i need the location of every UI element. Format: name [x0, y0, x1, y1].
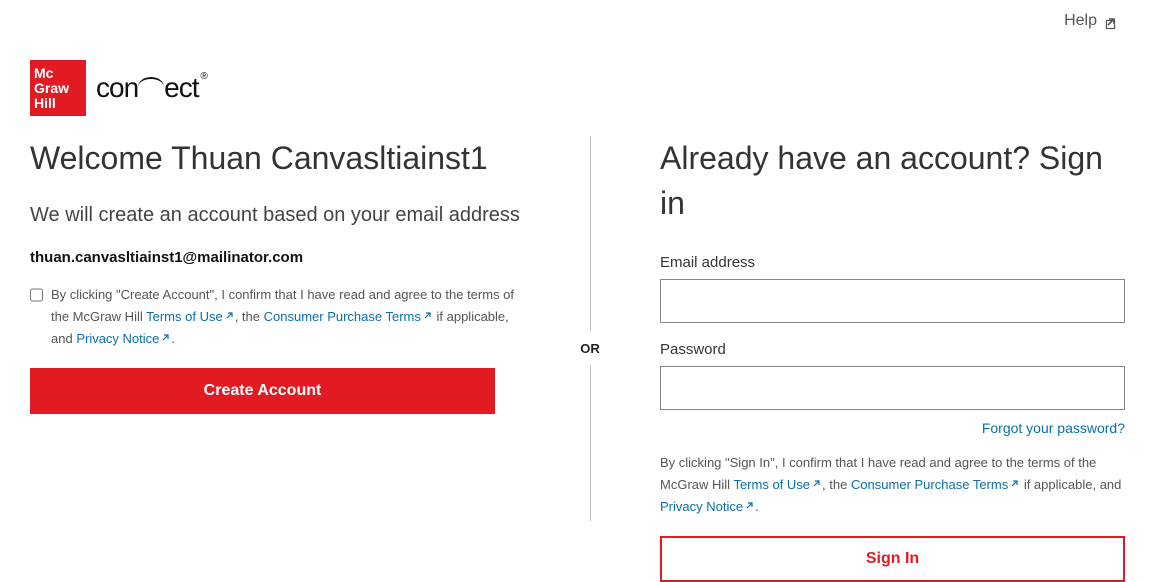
forgot-password-link[interactable]: Forgot your password?	[982, 420, 1125, 436]
terms-end: .	[171, 331, 175, 346]
signin-button[interactable]: Sign In	[660, 536, 1125, 582]
connect-logo: conect®	[96, 72, 205, 104]
terms-checkbox[interactable]	[30, 288, 43, 302]
terms-of-use-link[interactable]: Terms of Use	[146, 309, 235, 324]
logo-mc: Mc	[34, 66, 86, 81]
connect-arc-icon	[138, 77, 164, 87]
consumer-terms-label: Consumer Purchase Terms	[264, 309, 421, 324]
consumer-terms-link[interactable]: Consumer Purchase Terms	[264, 309, 433, 324]
external-link-icon	[1105, 16, 1115, 26]
divider-line-top	[590, 136, 591, 331]
registered-icon: ®	[201, 71, 207, 82]
external-link-icon	[225, 306, 235, 316]
divider: OR	[560, 136, 620, 582]
privacy-notice-label: Privacy Notice	[660, 499, 743, 514]
terms-row: By clicking "Create Account", I confirm …	[30, 284, 530, 350]
consumer-terms-label: Consumer Purchase Terms	[851, 477, 1008, 492]
top-header: Help	[0, 0, 1155, 30]
logo-row: Mc Graw Hill conect®	[0, 30, 1155, 126]
terms-mid1: , the	[235, 309, 264, 324]
main-columns: Welcome Thuan Canvasltiainst1 We will cr…	[0, 126, 1155, 582]
mcgrawhill-logo: Mc Graw Hill	[30, 60, 86, 116]
terms-of-use-link[interactable]: Terms of Use	[733, 477, 822, 492]
or-label: OR	[580, 331, 600, 366]
signin-terms-mid1: , the	[822, 477, 851, 492]
signin-title: Already have an account? Sign in	[660, 136, 1130, 226]
signin-terms: By clicking "Sign In", I confirm that I …	[660, 452, 1125, 518]
email-field[interactable]	[660, 279, 1125, 323]
password-label: Password	[660, 341, 1130, 358]
external-link-icon	[812, 474, 822, 484]
signin-terms-end: .	[755, 499, 759, 514]
consumer-terms-link[interactable]: Consumer Purchase Terms	[851, 477, 1020, 492]
email-display: thuan.canvasltiainst1@mailinator.com	[30, 249, 530, 266]
welcome-title: Welcome Thuan Canvasltiainst1	[30, 136, 530, 181]
privacy-notice-link[interactable]: Privacy Notice	[76, 331, 171, 346]
create-account-button[interactable]: Create Account	[30, 368, 495, 414]
terms-text: By clicking "Create Account", I confirm …	[51, 284, 530, 350]
connect-pre: con	[96, 72, 138, 104]
privacy-notice-link[interactable]: Privacy Notice	[660, 499, 755, 514]
external-link-icon	[745, 496, 755, 506]
terms-of-use-label: Terms of Use	[146, 309, 223, 324]
help-label: Help	[1064, 12, 1097, 30]
connect-post: ect	[164, 72, 198, 104]
create-account-panel: Welcome Thuan Canvasltiainst1 We will cr…	[30, 136, 560, 582]
external-link-icon	[423, 306, 433, 316]
help-link[interactable]: Help	[1064, 12, 1115, 30]
privacy-notice-label: Privacy Notice	[76, 331, 159, 346]
forgot-row: Forgot your password?	[660, 420, 1125, 438]
external-link-icon	[161, 328, 171, 338]
external-link-icon	[1010, 474, 1020, 484]
logo-graw: Graw	[34, 81, 86, 96]
password-field[interactable]	[660, 366, 1125, 410]
signin-terms-mid2: if applicable, and	[1020, 477, 1121, 492]
create-subheader: We will create an account based on your …	[30, 199, 530, 231]
logo-hill: Hill	[34, 96, 86, 111]
terms-of-use-label: Terms of Use	[733, 477, 810, 492]
email-label: Email address	[660, 254, 1130, 271]
signin-panel: Already have an account? Sign in Email a…	[620, 136, 1130, 582]
divider-line-bottom	[590, 366, 591, 521]
